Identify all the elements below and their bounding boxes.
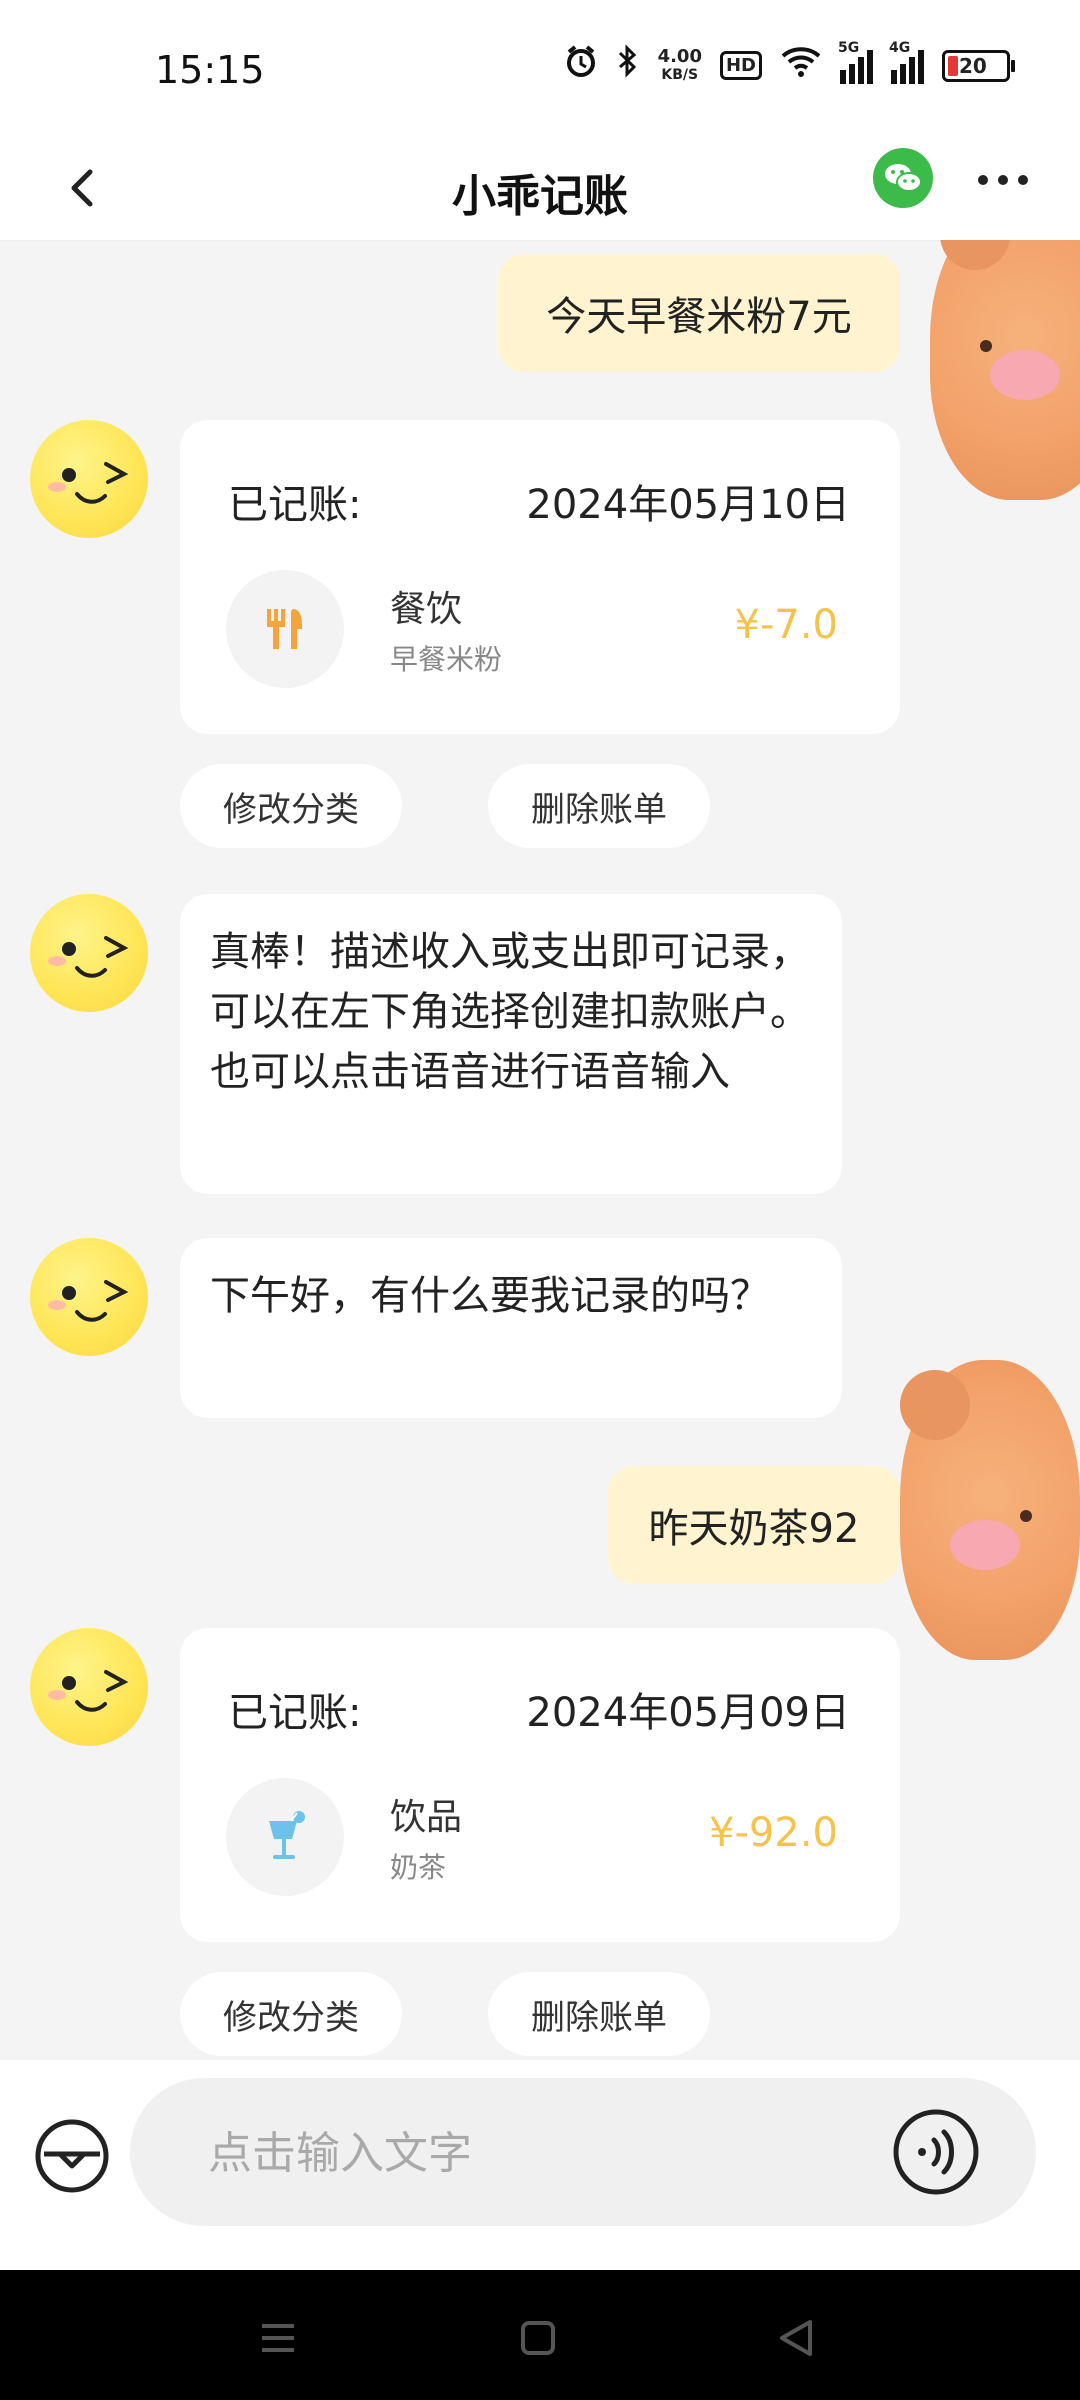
- bot-avatar: [30, 1628, 148, 1746]
- bot-message: 下午好，有什么要我记录的吗？: [180, 1238, 842, 1418]
- signal-4g-label: 4G: [889, 39, 911, 56]
- record-card: 已记账: 2024年05月10日 餐饮 早餐米粉 ¥-7.0: [180, 420, 900, 734]
- net-speed-unit: KB/S: [661, 66, 699, 83]
- record-card: 已记账: 2024年05月09日 饮品 奶茶 ¥-92.0: [180, 1628, 900, 1942]
- status-time: 15:15: [155, 48, 265, 92]
- edit-category-button[interactable]: 修改分类: [180, 764, 402, 848]
- record-amount: ¥-7.0: [734, 602, 839, 648]
- user-message-text: 昨天奶茶92: [648, 1506, 860, 1552]
- record-category: 饮品: [390, 1797, 463, 1838]
- net-speed: 4.00 KB/S: [657, 45, 702, 84]
- more-icon[interactable]: [975, 170, 1031, 190]
- message-input[interactable]: [206, 2118, 850, 2188]
- edit-category-button[interactable]: 修改分类: [180, 1972, 402, 2056]
- bear-sticker-top: [930, 240, 1080, 500]
- wifi-icon: [780, 44, 822, 87]
- battery-icon: 20: [942, 49, 1015, 82]
- bot-avatar: [30, 894, 148, 1012]
- menu-nav-icon[interactable]: [258, 2318, 298, 2358]
- bot-message-text: 下午好，有什么要我记录的吗？: [210, 1273, 770, 1319]
- voice-input-icon[interactable]: [892, 2108, 980, 2196]
- alarm-icon: [564, 44, 598, 87]
- battery-level: 20: [959, 53, 987, 78]
- message-input-container[interactable]: [130, 2078, 1036, 2226]
- bot-message: 真棒！描述收入或支出即可记录，可以在左下角选择创建扣款账户。也可以点击语音进行语…: [180, 894, 842, 1194]
- record-title: 已记账:: [228, 1690, 362, 1736]
- wechat-icon[interactable]: [873, 148, 933, 208]
- bot-avatar: [30, 420, 148, 538]
- back-nav-icon[interactable]: [774, 2316, 818, 2360]
- signal-5g-label: 5G: [838, 39, 860, 56]
- record-note: 奶茶: [390, 1851, 447, 1884]
- drink-category-icon: [226, 1778, 344, 1896]
- system-nav-bar: [0, 2270, 1080, 2400]
- record-title: 已记账:: [228, 482, 362, 528]
- status-bar: 15:15 4.00 KB/S HD 5G 4G 20: [0, 0, 1080, 140]
- hd-icon: HD: [719, 51, 762, 80]
- status-icons: 4.00 KB/S HD 5G 4G 20: [564, 40, 1015, 87]
- app-header: 小乖记账: [0, 140, 1080, 241]
- bot-avatar: [30, 1238, 148, 1356]
- record-date: 2024年05月09日: [526, 1690, 850, 1736]
- account-wallet-icon[interactable]: [32, 2116, 112, 2196]
- delete-bill-label: 删除账单: [531, 789, 667, 830]
- bluetooth-icon: [616, 44, 640, 87]
- record-amount: ¥-92.0: [709, 1810, 838, 1856]
- record-category: 餐饮: [390, 589, 463, 630]
- bear-sticker-bottom: [900, 1360, 1080, 1660]
- edit-category-label: 修改分类: [223, 789, 359, 830]
- edit-category-label: 修改分类: [223, 1997, 359, 2038]
- bot-message-text: 真棒！描述收入或支出即可记录，可以在左下角选择创建扣款账户。也可以点击语音进行语…: [210, 929, 810, 1095]
- delete-bill-button[interactable]: 删除账单: [488, 1972, 710, 2056]
- net-speed-value: 4.00: [657, 45, 702, 67]
- home-nav-icon[interactable]: [518, 2318, 558, 2358]
- signal-5g-icon: 5G: [838, 40, 873, 84]
- user-message: 昨天奶茶92: [608, 1466, 900, 1584]
- user-message: 今天早餐米粉7元: [498, 254, 900, 372]
- composer-bar: [0, 2060, 1080, 2270]
- record-date: 2024年05月10日: [526, 482, 850, 528]
- food-category-icon: [226, 570, 344, 688]
- chat-area[interactable]: 今天早餐米粉7元 已记账: 2024年05月10日 餐饮 早餐米粉 ¥-7.0 …: [0, 240, 1080, 2060]
- user-message-text: 今天早餐米粉7元: [546, 294, 852, 340]
- delete-bill-button[interactable]: 删除账单: [488, 764, 710, 848]
- record-note: 早餐米粉: [390, 643, 503, 676]
- signal-4g-icon: 4G: [889, 40, 924, 84]
- delete-bill-label: 删除账单: [531, 1997, 667, 2038]
